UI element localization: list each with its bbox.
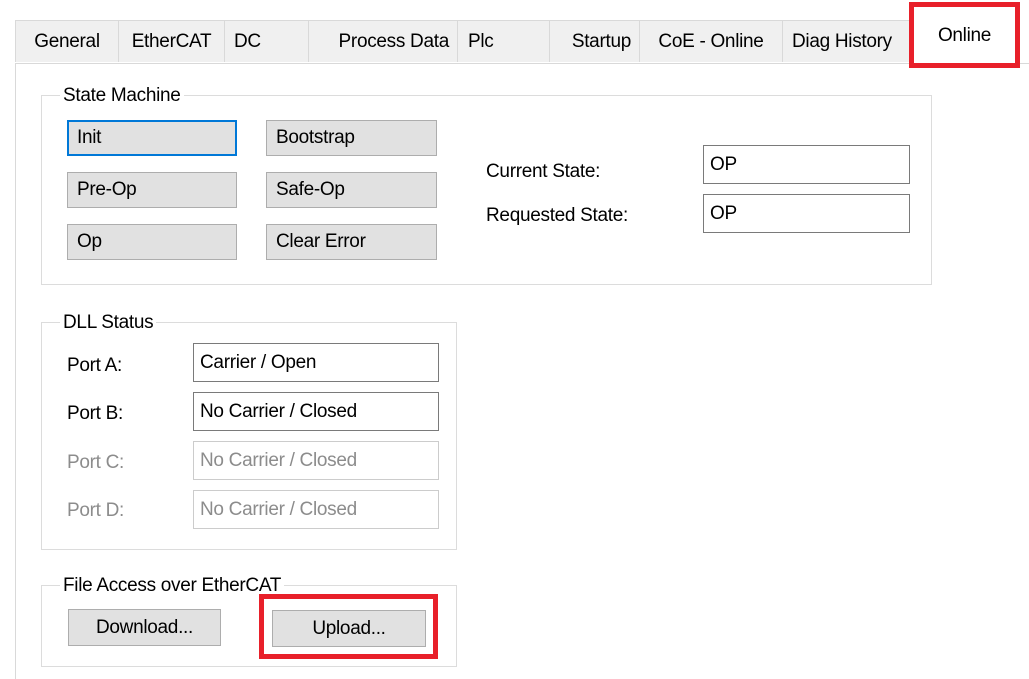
dll-status-legend: DLL Status [60,312,157,334]
tab-coe-online[interactable]: CoE - Online [639,20,783,62]
port-d-label: Port D: [67,500,125,521]
tab-plc[interactable]: Plc [457,20,550,62]
port-c-label: Port C: [67,452,125,473]
port-a-field: Carrier / Open [193,343,439,382]
tab-divider [15,63,1029,64]
tab-diag-history[interactable]: Diag History [782,20,910,62]
current-state-field: OP [703,145,910,184]
requested-state-field: OP [703,194,910,233]
online-tab-highlight [909,2,1020,68]
upload-button-highlight [259,594,438,659]
download-button[interactable]: Download... [68,609,221,646]
requested-state-label: Requested State: [486,205,629,226]
bootstrap-button[interactable]: Bootstrap [266,120,437,156]
pre-op-button[interactable]: Pre-Op [67,172,237,208]
state-machine-legend: State Machine [60,85,184,107]
tab-general[interactable]: General [15,20,119,62]
pane-border [15,63,16,679]
tab-process-data[interactable]: Process Data [308,20,458,62]
tab-dc[interactable]: DC [224,20,309,62]
port-b-field: No Carrier / Closed [193,392,439,431]
port-d-field: No Carrier / Closed [193,490,439,529]
safe-op-button[interactable]: Safe-Op [266,172,437,208]
tab-ethercat[interactable]: EtherCAT [118,20,225,62]
clear-error-button[interactable]: Clear Error [266,224,437,260]
op-button[interactable]: Op [67,224,237,260]
port-c-field: No Carrier / Closed [193,441,439,480]
port-a-label: Port A: [67,355,122,376]
file-access-legend: File Access over EtherCAT [60,575,285,597]
tab-strip: General EtherCAT DC Process Data Plc Sta… [0,0,1029,64]
init-button[interactable]: Init [67,120,237,156]
current-state-label: Current State: [486,161,601,182]
port-b-label: Port B: [67,403,123,424]
tab-startup[interactable]: Startup [549,20,640,62]
